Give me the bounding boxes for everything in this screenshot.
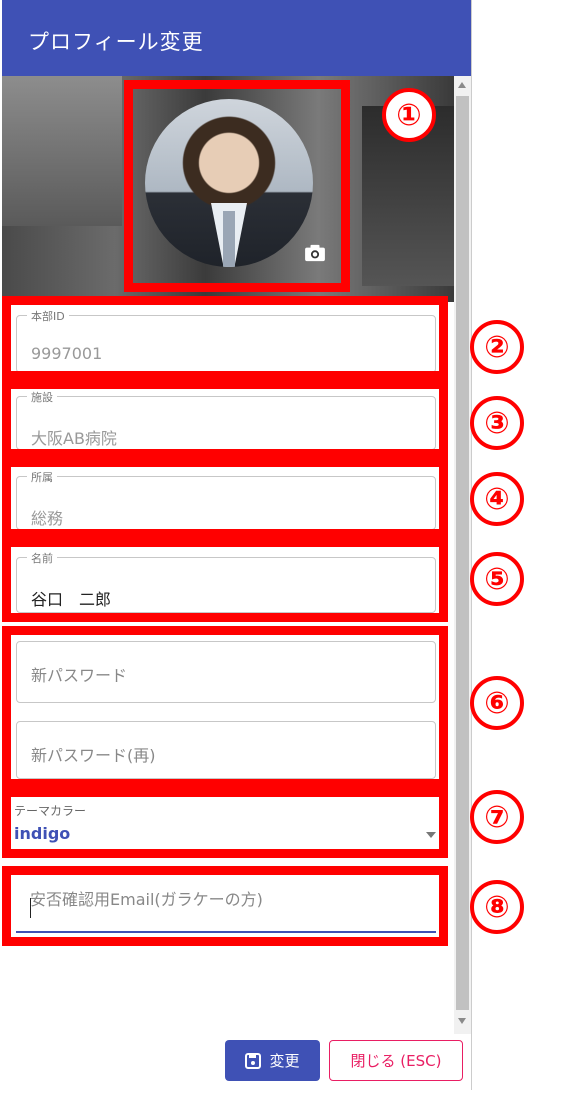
marker-8: ⑧ — [470, 880, 524, 934]
save-icon — [245, 1052, 262, 1069]
marker-5: ⑤ — [470, 552, 524, 606]
annotation-box-6 — [2, 626, 448, 788]
marker-3: ③ — [470, 396, 524, 450]
close-button-label: 閉じる (ESC) — [350, 1052, 442, 1070]
marker-6: ⑥ — [470, 676, 524, 730]
scrollbar-thumb[interactable] — [456, 96, 469, 1010]
close-button[interactable]: 閉じる (ESC) — [329, 1040, 463, 1081]
annotation-box-7 — [2, 788, 448, 858]
save-button-label: 変更 — [269, 1052, 300, 1070]
marker-7: ⑦ — [470, 790, 524, 844]
annotation-box-4 — [2, 458, 448, 538]
scroll-up-icon[interactable] — [458, 82, 466, 88]
annotation-box-5 — [2, 538, 448, 622]
dialog-title: プロフィール変更 — [28, 30, 204, 54]
marker-1: ① — [382, 88, 436, 142]
marker-2: ② — [470, 320, 524, 374]
save-button[interactable]: 変更 — [225, 1040, 320, 1081]
annotation-box-3 — [2, 380, 448, 458]
marker-4: ④ — [470, 472, 524, 526]
annotation-box-1 — [124, 80, 350, 292]
annotation-box-8 — [2, 866, 448, 946]
scroll-down-icon[interactable] — [458, 1018, 466, 1024]
annotation-box-2 — [2, 296, 448, 380]
dialog-header: プロフィール変更 — [2, 0, 471, 76]
